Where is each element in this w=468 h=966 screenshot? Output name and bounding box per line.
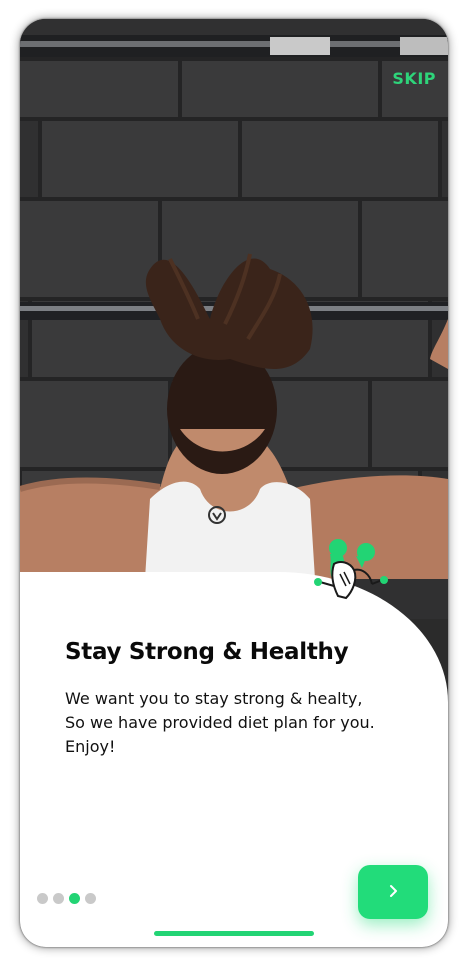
hero-photo: SKIP — [20, 19, 448, 619]
onboarding-description: We want you to stay strong & healty, So … — [65, 687, 405, 759]
skip-button[interactable]: SKIP — [392, 69, 436, 88]
fitness-logo-icon — [310, 534, 390, 614]
description-line: Enjoy! — [65, 737, 116, 756]
description-line: We want you to stay strong & healty, — [65, 689, 363, 708]
phone-frame: SKIP Stay Strong & Healthy We want you t… — [20, 19, 448, 947]
page-dot[interactable] — [85, 893, 96, 904]
chevron-right-icon — [386, 883, 400, 902]
onboarding-title: Stay Strong & Healthy — [65, 639, 349, 665]
description-line: So we have provided diet plan for you. — [65, 713, 375, 732]
page-dot[interactable] — [53, 893, 64, 904]
page-indicator — [37, 893, 96, 904]
home-indicator — [154, 931, 314, 936]
page-dot[interactable] — [37, 893, 48, 904]
page-dot-active[interactable] — [69, 893, 80, 904]
next-button[interactable] — [358, 865, 428, 919]
